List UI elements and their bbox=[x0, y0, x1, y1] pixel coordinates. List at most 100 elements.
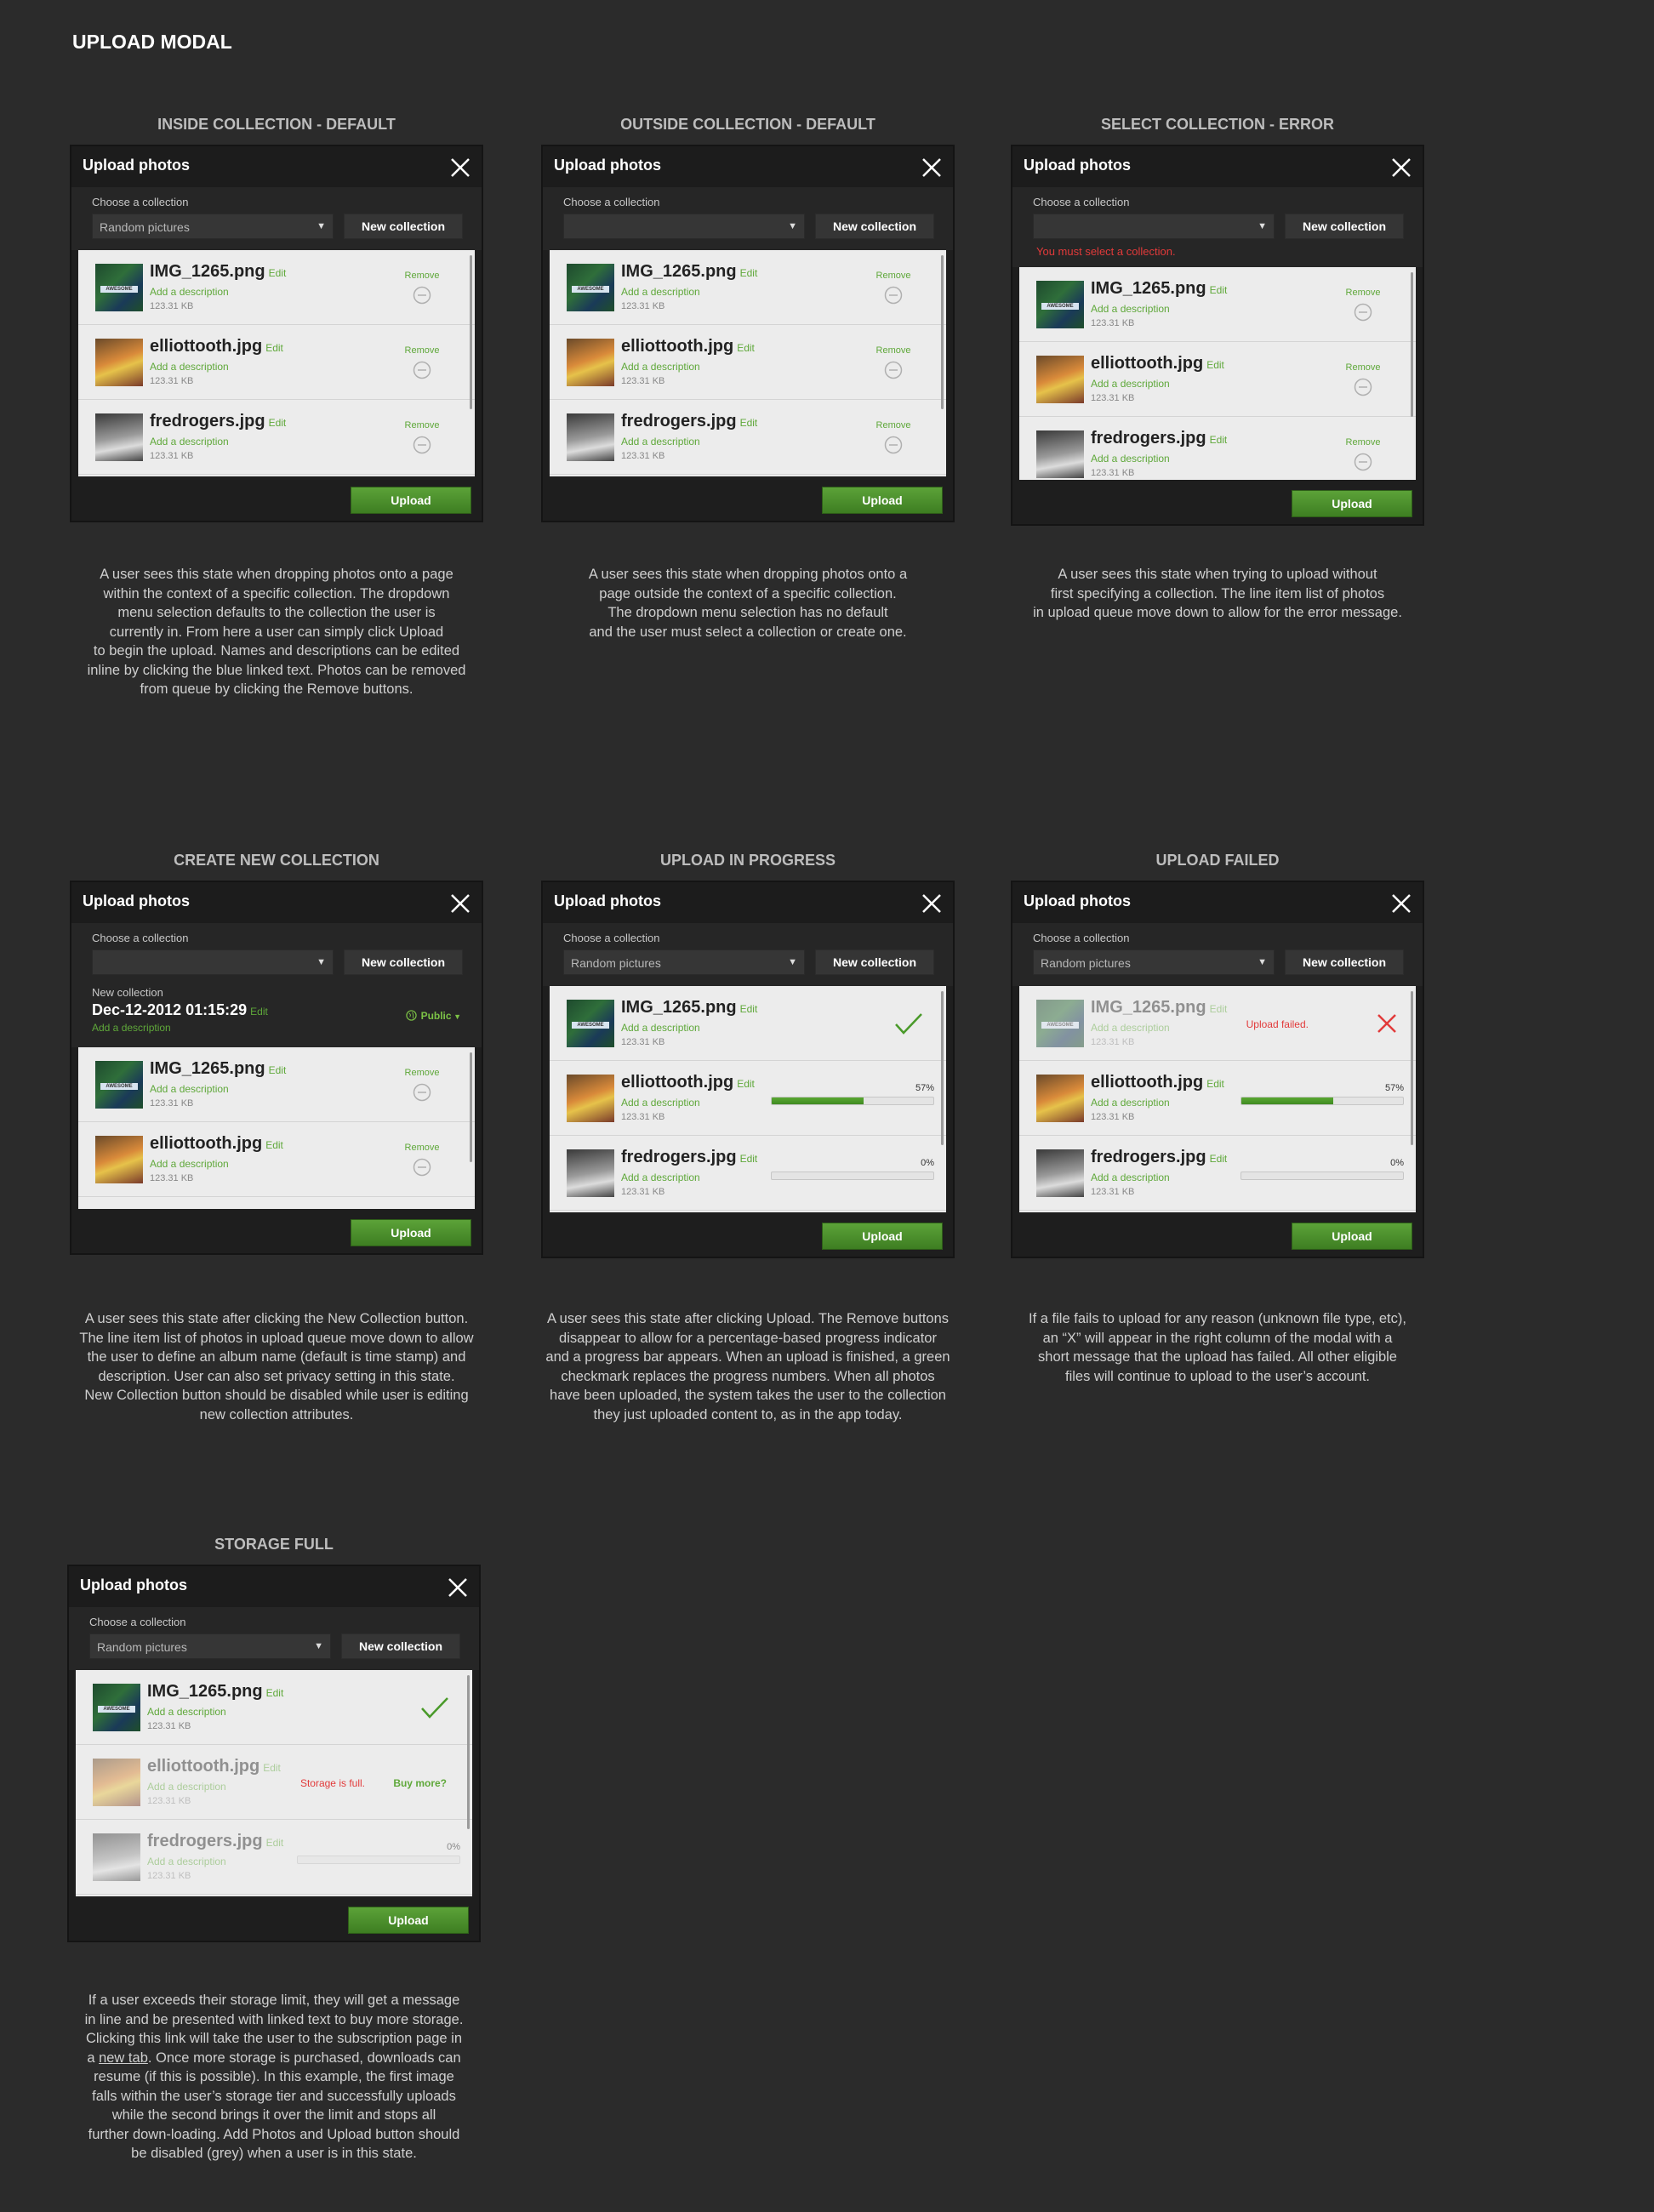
collection-dropdown[interactable]: Random pictures ▼ bbox=[1033, 949, 1275, 975]
remove-icon[interactable] bbox=[1354, 453, 1372, 471]
file-name[interactable]: elliottooth.jpg bbox=[621, 1073, 733, 1092]
file-name[interactable]: elliottooth.jpg bbox=[1091, 354, 1203, 373]
edit-link[interactable]: Edit bbox=[1210, 1003, 1228, 1015]
file-name[interactable]: elliottooth.jpg bbox=[621, 337, 733, 356]
remove-icon[interactable] bbox=[1354, 378, 1372, 396]
edit-link[interactable]: Edit bbox=[1210, 1153, 1228, 1165]
new-collection-button[interactable]: New collection bbox=[815, 949, 934, 975]
remove-icon[interactable] bbox=[413, 1083, 431, 1102]
close-icon[interactable] bbox=[921, 892, 943, 915]
remove-link[interactable]: Remove bbox=[403, 1068, 441, 1078]
add-description-link[interactable]: Add a description bbox=[621, 361, 700, 373]
file-name[interactable]: fredrogers.jpg bbox=[621, 1148, 737, 1167]
remove-icon[interactable] bbox=[413, 436, 431, 454]
scrollbar[interactable] bbox=[467, 1675, 470, 1829]
collection-dropdown[interactable]: Random pictures ▼ bbox=[89, 1633, 331, 1659]
remove-control[interactable]: Remove bbox=[875, 345, 912, 379]
remove-link[interactable]: Remove bbox=[403, 1143, 441, 1153]
upload-button[interactable]: Upload bbox=[348, 1907, 469, 1934]
privacy-toggle[interactable]: Public ▼ bbox=[405, 1010, 461, 1022]
collection-dropdown[interactable]: ▼ bbox=[563, 214, 805, 239]
remove-icon[interactable] bbox=[884, 286, 903, 305]
remove-control[interactable]: Remove bbox=[403, 345, 441, 379]
new-collection-button[interactable]: New collection bbox=[1285, 949, 1404, 975]
remove-link[interactable]: Remove bbox=[875, 345, 912, 356]
remove-icon[interactable] bbox=[413, 286, 431, 305]
upload-button[interactable]: Upload bbox=[1292, 1223, 1412, 1250]
add-description-link[interactable]: Add a description bbox=[92, 1022, 471, 1034]
edit-link[interactable]: Edit bbox=[1210, 434, 1228, 446]
file-name[interactable]: IMG_1265.png bbox=[621, 262, 737, 282]
remove-link[interactable]: Remove bbox=[875, 271, 912, 281]
collection-dropdown[interactable]: Random pictures ▼ bbox=[563, 949, 805, 975]
close-icon[interactable] bbox=[447, 1576, 469, 1599]
add-description-link[interactable]: Add a description bbox=[1091, 453, 1170, 465]
add-description-link[interactable]: Add a description bbox=[150, 361, 229, 373]
new-collection-button[interactable]: New collection bbox=[341, 1633, 460, 1659]
edit-link[interactable]: Edit bbox=[265, 1139, 283, 1151]
remove-icon[interactable] bbox=[884, 436, 903, 454]
close-icon[interactable] bbox=[449, 157, 471, 179]
add-description-link[interactable]: Add a description bbox=[147, 1781, 226, 1793]
edit-link[interactable]: Edit bbox=[737, 342, 755, 354]
add-description-link[interactable]: Add a description bbox=[621, 436, 700, 448]
close-icon[interactable] bbox=[1390, 157, 1412, 179]
add-description-link[interactable]: Add a description bbox=[1091, 303, 1170, 315]
file-name[interactable]: elliottooth.jpg bbox=[150, 1134, 262, 1154]
add-description-link[interactable]: Add a description bbox=[621, 1022, 700, 1034]
remove-control[interactable]: Remove bbox=[875, 420, 912, 454]
remove-control[interactable]: Remove bbox=[875, 271, 912, 305]
file-name[interactable]: fredrogers.jpg bbox=[1091, 429, 1206, 448]
remove-link[interactable]: Remove bbox=[875, 420, 912, 430]
edit-link[interactable]: Edit bbox=[265, 342, 283, 354]
edit-link[interactable]: Edit bbox=[1210, 284, 1228, 296]
remove-link[interactable]: Remove bbox=[403, 420, 441, 430]
scrollbar[interactable] bbox=[1411, 991, 1413, 1145]
add-description-link[interactable]: Add a description bbox=[1091, 378, 1170, 390]
file-name[interactable]: IMG_1265.png bbox=[147, 1682, 263, 1702]
add-description-link[interactable]: Add a description bbox=[147, 1856, 226, 1867]
upload-button[interactable]: Upload bbox=[822, 487, 943, 514]
file-name[interactable]: IMG_1265.png bbox=[1091, 279, 1206, 299]
remove-link[interactable]: Remove bbox=[1344, 437, 1382, 448]
file-name[interactable]: IMG_1265.png bbox=[150, 262, 265, 282]
close-icon[interactable] bbox=[449, 892, 471, 915]
edit-link[interactable]: Edit bbox=[1206, 359, 1224, 371]
upload-button[interactable]: Upload bbox=[351, 1219, 471, 1246]
file-name[interactable]: elliottooth.jpg bbox=[1091, 1073, 1203, 1092]
collection-dropdown[interactable]: ▼ bbox=[92, 949, 334, 975]
remove-link[interactable]: Remove bbox=[403, 345, 441, 356]
file-name[interactable]: elliottooth.jpg bbox=[147, 1757, 260, 1776]
edit-link[interactable]: Edit bbox=[269, 1064, 287, 1076]
edit-link[interactable]: Edit bbox=[740, 1153, 758, 1165]
add-description-link[interactable]: Add a description bbox=[150, 1158, 229, 1170]
add-description-link[interactable]: Add a description bbox=[147, 1706, 226, 1718]
new-collection-button[interactable]: New collection bbox=[344, 214, 463, 239]
edit-link[interactable]: Edit bbox=[737, 1078, 755, 1090]
edit-link[interactable]: Edit bbox=[740, 267, 758, 279]
edit-link[interactable]: Edit bbox=[1206, 1078, 1224, 1090]
file-name[interactable]: fredrogers.jpg bbox=[1091, 1148, 1206, 1167]
file-name[interactable]: fredrogers.jpg bbox=[150, 412, 265, 431]
scrollbar[interactable] bbox=[470, 1052, 472, 1163]
scrollbar[interactable] bbox=[1411, 272, 1413, 417]
add-description-link[interactable]: Add a description bbox=[150, 1083, 229, 1095]
edit-link[interactable]: Edit bbox=[269, 267, 287, 279]
collection-name[interactable]: Dec-12-2012 01:15:29 bbox=[92, 1001, 247, 1019]
file-name[interactable]: IMG_1265.png bbox=[621, 998, 737, 1018]
edit-link[interactable]: Edit bbox=[263, 1762, 281, 1774]
remove-icon[interactable] bbox=[884, 361, 903, 379]
add-description-link[interactable]: Add a description bbox=[150, 436, 229, 448]
remove-control[interactable]: Remove bbox=[403, 1143, 441, 1177]
add-description-link[interactable]: Add a description bbox=[1091, 1172, 1170, 1183]
edit-link[interactable]: Edit bbox=[269, 417, 287, 429]
close-icon[interactable] bbox=[921, 157, 943, 179]
remove-control[interactable]: Remove bbox=[1344, 362, 1382, 396]
remove-control[interactable]: Remove bbox=[403, 420, 441, 454]
collection-dropdown[interactable]: ▼ bbox=[1033, 214, 1275, 239]
remove-icon[interactable] bbox=[1354, 303, 1372, 322]
add-description-link[interactable]: Add a description bbox=[621, 1172, 700, 1183]
edit-link[interactable]: Edit bbox=[266, 1837, 284, 1849]
new-collection-button[interactable]: New collection bbox=[344, 949, 463, 975]
close-icon[interactable] bbox=[1390, 892, 1412, 915]
